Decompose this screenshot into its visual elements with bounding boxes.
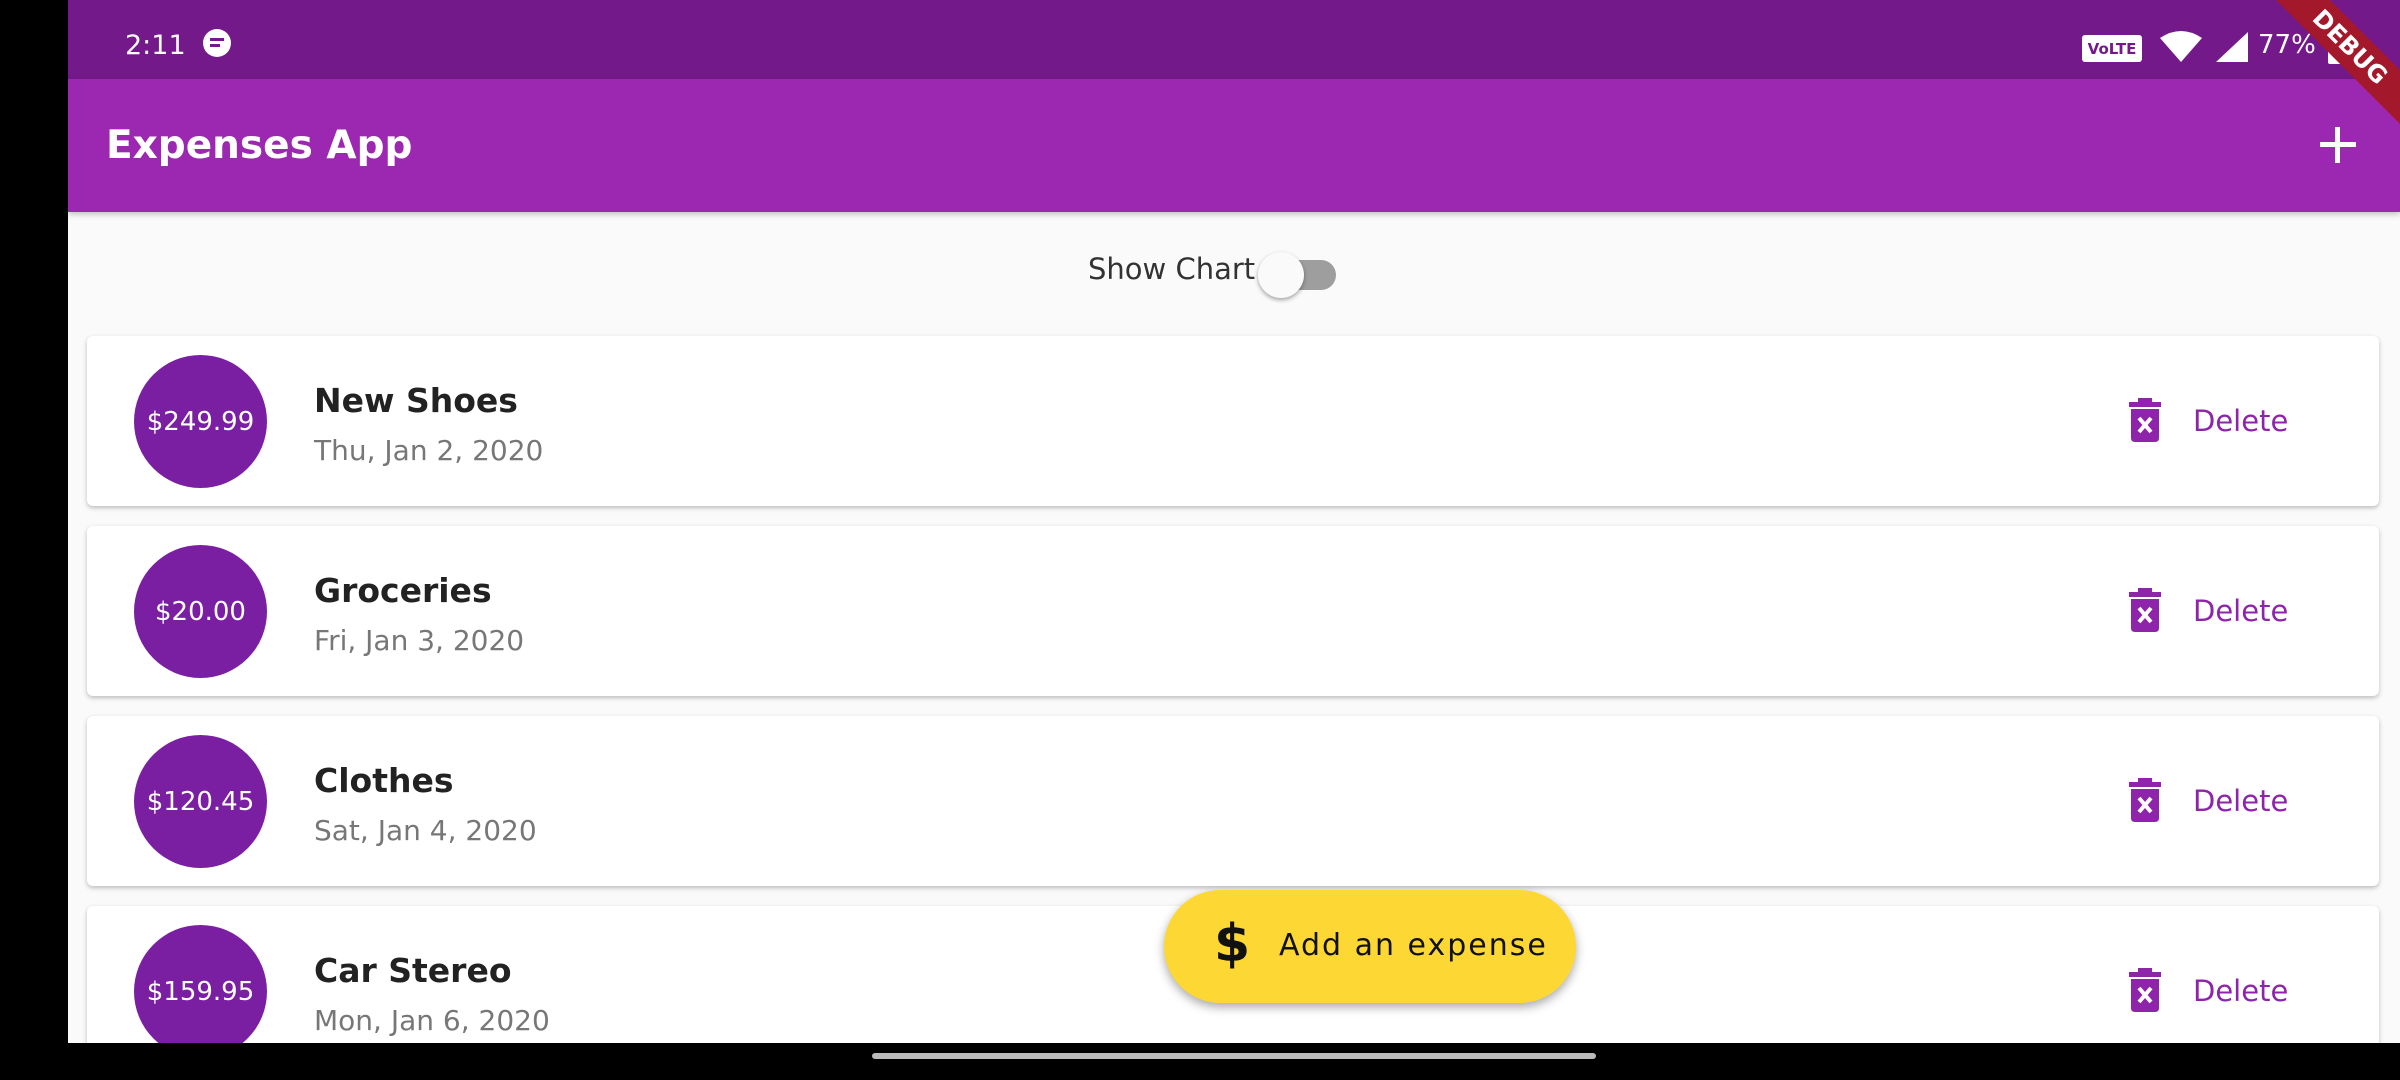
show-chart-label: Show Chart (1088, 252, 1256, 286)
add-expense-fab[interactable]: $ Add an expense (1164, 890, 1576, 1003)
delete-button[interactable]: Delete (2127, 586, 2327, 636)
delete-label: Delete (2193, 974, 2289, 1008)
expense-card: $20.00 Groceries Fri, Jan 3, 2020 Delete (87, 526, 2379, 696)
signal-icon (2216, 32, 2248, 62)
delete-trash-icon (2129, 968, 2161, 1012)
expense-card: $249.99 New Shoes Thu, Jan 2, 2020 Delet… (87, 336, 2379, 506)
gesture-nav-handle[interactable] (872, 1053, 1596, 1059)
volte-badge-icon: VoLTE (2082, 35, 2142, 62)
status-time: 2:11 (125, 30, 186, 61)
status-bar: 2:11 VoLTE 77% (68, 0, 2400, 79)
app-screen: 2:11 VoLTE 77% DEBUG Expenses App Show C… (68, 0, 2400, 1043)
delete-button[interactable]: Delete (2127, 966, 2327, 1016)
dollar-icon: $ (1214, 914, 1251, 974)
delete-label: Delete (2193, 404, 2289, 438)
message-notification-icon (203, 29, 231, 57)
wifi-icon (2160, 31, 2202, 62)
delete-trash-icon (2129, 588, 2161, 632)
expense-title: Clothes (314, 761, 454, 800)
expense-date: Thu, Jan 2, 2020 (314, 434, 544, 467)
delete-trash-icon (2129, 778, 2161, 822)
show-chart-switch[interactable] (1258, 248, 1342, 298)
amount-badge: $249.99 (134, 355, 267, 488)
delete-trash-icon (2129, 398, 2161, 442)
battery-percent: 77% (2258, 30, 2316, 60)
expense-title: Groceries (314, 571, 492, 610)
expense-title: Car Stereo (314, 951, 512, 990)
switch-thumb (1258, 252, 1304, 298)
amount-badge: $120.45 (134, 735, 267, 868)
delete-button[interactable]: Delete (2127, 776, 2327, 826)
add-expense-plus-icon[interactable] (2316, 123, 2360, 167)
delete-button[interactable]: Delete (2127, 396, 2327, 446)
expense-date: Sat, Jan 4, 2020 (314, 814, 537, 847)
expense-date: Mon, Jan 6, 2020 (314, 1004, 550, 1037)
app-bar: Expenses App (68, 79, 2400, 212)
volte-badge-text: VoLTE (2088, 40, 2137, 58)
app-title: Expenses App (106, 123, 413, 168)
delete-label: Delete (2193, 594, 2289, 628)
delete-label: Delete (2193, 784, 2289, 818)
expense-date: Fri, Jan 3, 2020 (314, 624, 525, 657)
amount-badge: $20.00 (134, 545, 267, 678)
expense-title: New Shoes (314, 381, 518, 420)
show-chart-row: Show Chart (68, 212, 2400, 328)
amount-badge: $159.95 (134, 925, 267, 1043)
add-expense-label: Add an expense (1279, 928, 1548, 963)
expense-card: $120.45 Clothes Sat, Jan 4, 2020 Delete (87, 716, 2379, 886)
